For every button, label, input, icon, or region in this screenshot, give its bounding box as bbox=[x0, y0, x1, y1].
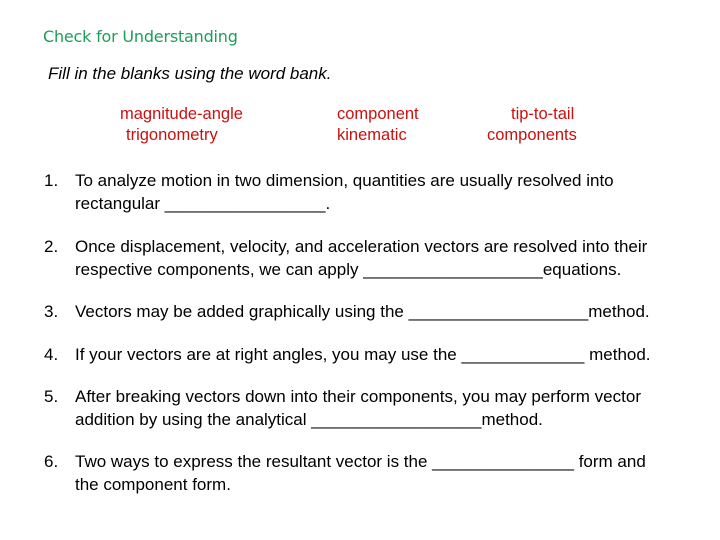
question-6: 6. Two ways to express the resultant vec… bbox=[44, 450, 704, 496]
question-2: 2. Once displacement, velocity, and acce… bbox=[44, 235, 704, 281]
question-4: 4. If your vectors are at right angles, … bbox=[44, 343, 704, 366]
instructions: Fill in the blanks using the word bank. bbox=[48, 64, 332, 83]
question-number: 3. bbox=[44, 302, 59, 321]
word-bank-term: tip-to-tail bbox=[511, 105, 575, 123]
question-text: addition by using the analytical _______… bbox=[75, 410, 543, 429]
question-3: 3. Vectors may be added graphically usin… bbox=[44, 300, 704, 323]
word-bank-term: component bbox=[337, 105, 419, 123]
question-text: To analyze motion in two dimension, quan… bbox=[75, 171, 614, 190]
word-bank-column-2: component kinematic bbox=[337, 104, 419, 146]
question-text: rectangular _________________. bbox=[75, 194, 331, 213]
question-number: 4. bbox=[44, 345, 59, 364]
word-bank-term: trigonometry bbox=[126, 126, 218, 144]
question-text: Vectors may be added graphically using t… bbox=[75, 302, 650, 321]
page-title: Check for Understanding bbox=[43, 27, 238, 46]
question-number: 6. bbox=[44, 452, 59, 471]
word-bank-column-3: tip-to-tail components bbox=[487, 104, 577, 146]
question-text: After breaking vectors down into their c… bbox=[75, 387, 641, 406]
question-text: respective components, we can apply ____… bbox=[75, 260, 622, 279]
question-text: the component form. bbox=[75, 475, 231, 494]
word-bank-term: magnitude-angle bbox=[120, 105, 243, 123]
question-text: If your vectors are at right angles, you… bbox=[75, 345, 651, 364]
question-number: 1. bbox=[44, 171, 59, 190]
question-number: 5. bbox=[44, 387, 59, 406]
question-5: 5. After breaking vectors down into thei… bbox=[44, 385, 704, 431]
question-number: 2. bbox=[44, 237, 59, 256]
question-text: Once displacement, velocity, and acceler… bbox=[75, 237, 648, 256]
question-text: Two ways to express the resultant vector… bbox=[75, 452, 646, 471]
question-1: 1. To analyze motion in two dimension, q… bbox=[44, 169, 704, 215]
word-bank-term: kinematic bbox=[337, 126, 407, 144]
word-bank-column-1: magnitude-angle trigonometry bbox=[120, 104, 243, 146]
word-bank-term: components bbox=[487, 126, 577, 144]
